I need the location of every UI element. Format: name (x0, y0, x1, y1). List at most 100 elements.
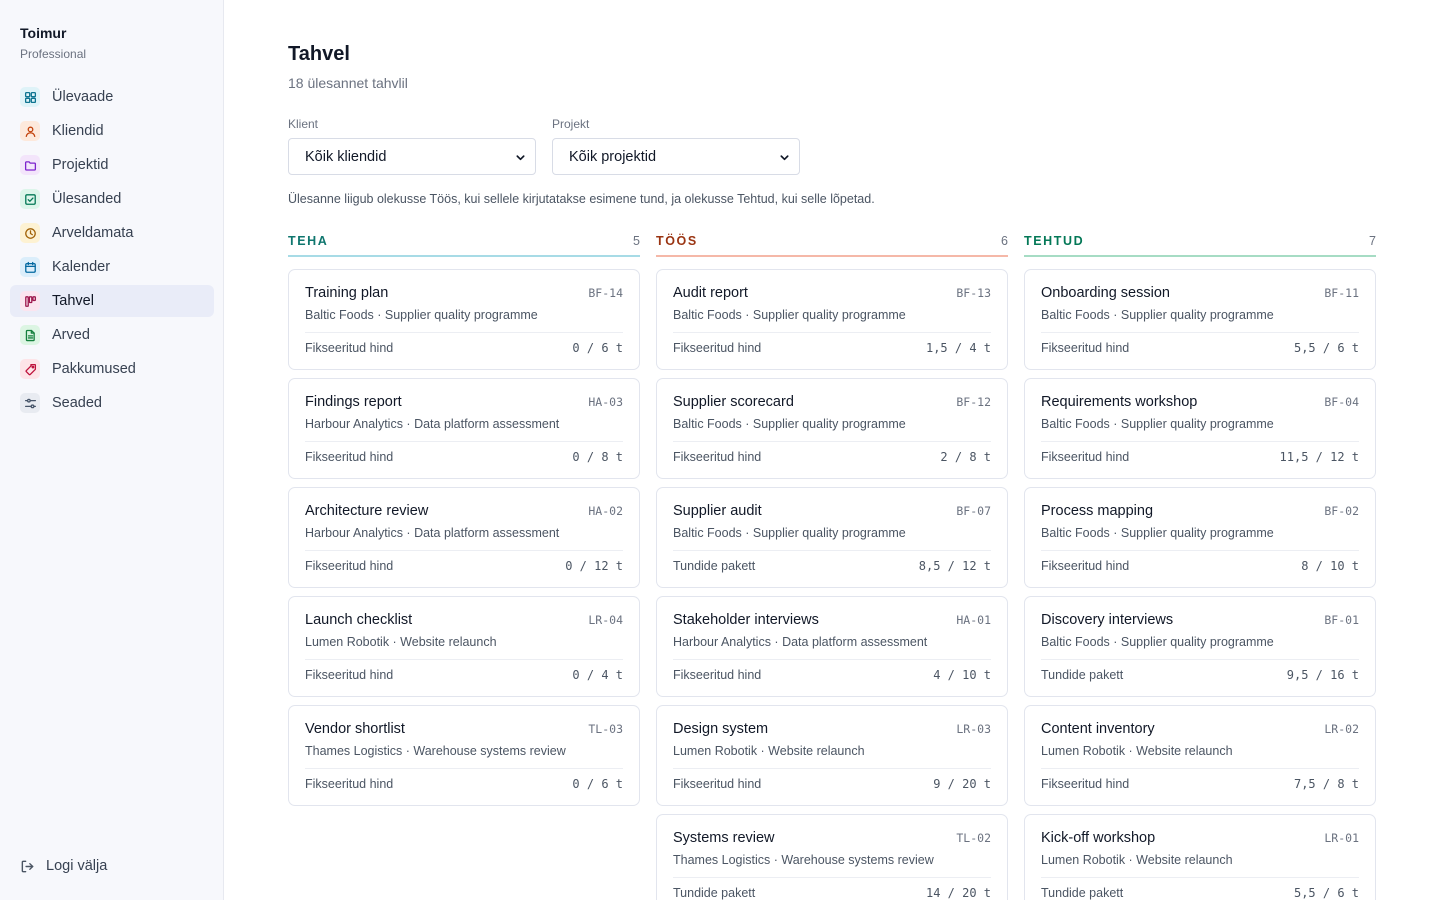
task-billing-type: Fikseeritud hind (305, 777, 394, 791)
sidebar-item-label: Arveldamata (52, 225, 134, 241)
task-card[interactable]: Stakeholder interviews HA-01 Harbour Analy… (656, 596, 1008, 697)
task-hours: 5,5 / 6 t (1293, 886, 1359, 900)
column-title: TEHTUD (1024, 234, 1085, 248)
task-title: Supplier audit (673, 503, 762, 519)
card-divider (673, 877, 991, 878)
sidebar-item-seaded[interactable]: Seaded (10, 387, 214, 419)
task-code: LR-01 (1324, 831, 1359, 845)
sidebar-item-kalender[interactable]: Kalender (10, 251, 214, 283)
task-card[interactable]: Onboarding session BF-11 Baltic Foods · Su… (1024, 269, 1376, 370)
task-billing-type: Fikseeritud hind (1041, 559, 1130, 573)
task-billing-type: Tundide pakett (673, 559, 756, 573)
project-select[interactable]: Kõik projektid (552, 138, 800, 175)
task-card[interactable]: Content inventory LR-02 Lumen Robotik · We… (1024, 705, 1376, 806)
brand-plan: Professional (20, 47, 87, 61)
sidebar: Toimur Professional Ülevaade Kliendid Proj… (0, 0, 224, 900)
card-divider (673, 659, 991, 660)
sidebar-item-projektid[interactable]: Projektid (10, 149, 214, 181)
task-hours: 0 / 8 t (572, 450, 623, 464)
task-code: BF-07 (956, 504, 991, 518)
column-cards: Onboarding session BF-11 Baltic Foods · Su… (1024, 269, 1376, 900)
task-hours: 11,5 / 12 t (1279, 450, 1359, 464)
board-hint: Ülesanne liigub olekusse Töös, kui selle… (288, 192, 875, 206)
card-divider (673, 332, 991, 333)
task-card[interactable]: Architecture review HA-02 Harbour Analytic… (288, 487, 640, 588)
task-billing-type: Fikseeritud hind (1041, 341, 1130, 355)
card-divider (1041, 659, 1359, 660)
card-divider (305, 768, 623, 769)
sidebar-item-label: Ülevaade (52, 89, 114, 105)
card-divider (673, 441, 991, 442)
sidebar-item-arved[interactable]: Arved (10, 319, 214, 351)
task-client-project: Baltic Foods · Supplier quality programm… (673, 417, 906, 431)
task-client-project: Lumen Robotik · Website relaunch (305, 635, 497, 649)
column-cards: Audit report BF-13 Baltic Foods · Supplier… (656, 269, 1008, 900)
column-count: 6 (1001, 234, 1008, 248)
task-card[interactable]: Vendor shortlist TL-03 Thames Logistics · … (288, 705, 640, 806)
task-card[interactable]: Requirements workshop BF-04 Baltic Foods ·… (1024, 378, 1376, 479)
card-divider (1041, 768, 1359, 769)
client-filter-label: Klient (288, 117, 319, 131)
task-client-project: Lumen Robotik · Website relaunch (1041, 744, 1233, 758)
project-select-value: Kõik projektid (569, 148, 657, 165)
task-code: LR-03 (956, 722, 991, 736)
task-card[interactable]: Audit report BF-13 Baltic Foods · Supplier… (656, 269, 1008, 370)
task-client-project: Baltic Foods · Supplier quality programm… (1041, 308, 1274, 322)
task-billing-type: Fikseeritud hind (305, 559, 394, 573)
card-divider (1041, 877, 1359, 878)
task-title: Systems review (673, 830, 775, 846)
task-title: Kick-off workshop (1041, 830, 1156, 846)
task-card[interactable]: Supplier audit BF-07 Baltic Foods · Suppli… (656, 487, 1008, 588)
task-hours: 9,5 / 16 t (1286, 668, 1359, 682)
sidebar-item-tahvel[interactable]: Tahvel (10, 285, 214, 317)
sidebar-item-pakkumused[interactable]: Pakkumused (10, 353, 214, 385)
task-title: Vendor shortlist (305, 721, 405, 737)
task-billing-type: Fikseeritud hind (673, 668, 762, 682)
task-code: BF-01 (1324, 613, 1359, 627)
sidebar-item-kliendid[interactable]: Kliendid (10, 115, 214, 147)
task-card[interactable]: Design system LR-03 Lumen Robotik · Websit… (656, 705, 1008, 806)
project-filter-label: Projekt (552, 117, 590, 131)
task-code: LR-04 (588, 613, 623, 627)
brand-name: Toimur (20, 25, 67, 41)
sidebar-item-ülesanded[interactable]: Ülesanded (10, 183, 214, 215)
task-code: BF-13 (956, 286, 991, 300)
task-billing-type: Fikseeritud hind (673, 450, 762, 464)
task-client-project: Harbour Analytics · Data platform assess… (305, 417, 560, 431)
task-title: Training plan (305, 285, 389, 301)
task-billing-type: Fikseeritud hind (673, 777, 762, 791)
task-hours: 1,5 / 4 t (925, 341, 991, 355)
task-card[interactable]: Findings report HA-03 Harbour Analytics · … (288, 378, 640, 479)
card-divider (305, 659, 623, 660)
task-card[interactable]: Training plan BF-14 Baltic Foods · Supplie… (288, 269, 640, 370)
task-card[interactable]: Launch checklist LR-04 Lumen Robotik · Web… (288, 596, 640, 697)
task-hours: 0 / 4 t (572, 668, 623, 682)
task-client-project: Thames Logistics · Warehouse systems rev… (305, 744, 566, 758)
task-card[interactable]: Process mapping BF-02 Baltic Foods · Suppl… (1024, 487, 1376, 588)
column-count: 5 (633, 234, 640, 248)
clock-icon (20, 223, 40, 243)
task-client-project: Lumen Robotik · Website relaunch (1041, 853, 1233, 867)
sidebar-item-ülevaade[interactable]: Ülevaade (10, 81, 214, 113)
task-hours: 0 / 12 t (565, 559, 623, 573)
task-card[interactable]: Systems review TL-02 Thames Logistics · Wa… (656, 814, 1008, 900)
card-divider (305, 550, 623, 551)
column-cards: Training plan BF-14 Baltic Foods · Supplie… (288, 269, 640, 806)
column-title: TÖÖS (656, 234, 698, 248)
task-client-project: Baltic Foods · Supplier quality programm… (673, 308, 906, 322)
client-select[interactable]: Kõik kliendid (288, 138, 536, 175)
sidebar-item-label: Kalender (52, 259, 111, 275)
kanban-icon (20, 291, 40, 311)
client-select-value: Kõik kliendid (305, 148, 387, 165)
sidebar-item-arveldamata[interactable]: Arveldamata (10, 217, 214, 249)
task-card[interactable]: Supplier scorecard BF-12 Baltic Foods · Su… (656, 378, 1008, 479)
page-subtitle: 18 ülesannet tahvlil (288, 75, 408, 91)
logout-button[interactable]: Logi välja (20, 858, 107, 874)
task-code: BF-14 (588, 286, 623, 300)
folder-icon (20, 155, 40, 175)
task-card[interactable]: Kick-off workshop LR-01 Lumen Robotik · We… (1024, 814, 1376, 900)
task-hours: 2 / 8 t (940, 450, 991, 464)
sidebar-item-label: Pakkumused (52, 361, 136, 377)
task-card[interactable]: Discovery interviews BF-01 Baltic Foods · … (1024, 596, 1376, 697)
task-title: Launch checklist (305, 612, 413, 628)
